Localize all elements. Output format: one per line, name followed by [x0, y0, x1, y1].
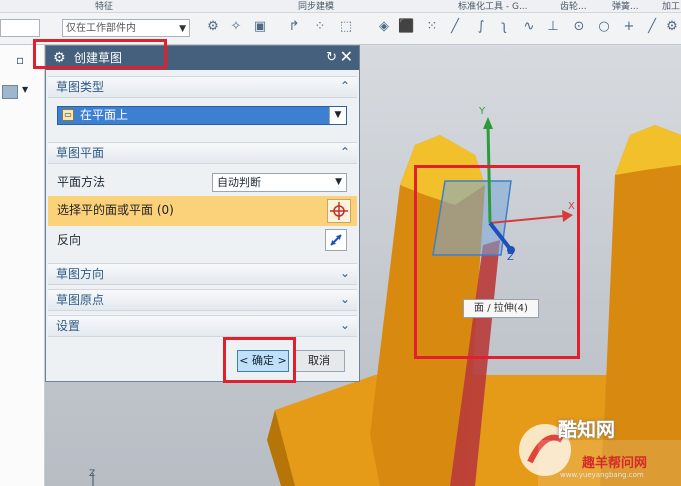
annotation-box-title — [33, 39, 167, 69]
section-sketch-origin-label: 草图原点 — [56, 293, 105, 307]
navigator-icon[interactable] — [2, 85, 18, 99]
move-icon[interactable]: ↱ — [286, 19, 302, 35]
select-mode-icon[interactable]: ▣ — [252, 19, 268, 35]
ribbon-group-std-tools[interactable]: 标准化工具 - G... — [458, 0, 528, 12]
plane-method-label: 平面方法 — [57, 175, 106, 189]
crosshair-icon — [330, 202, 348, 220]
circle-center-icon[interactable]: ⊙ — [571, 19, 587, 35]
type-filter-dropdown[interactable] — [0, 19, 40, 37]
ribbon-group-sync-modeling[interactable]: 同步建模 — [298, 0, 334, 12]
annotation-box-ok — [223, 337, 296, 383]
cube-icon[interactable]: ⬛ — [398, 19, 414, 35]
ribbon-group-machining[interactable]: 加工 — [662, 0, 680, 12]
chevron-down-icon: ▼ — [335, 177, 342, 187]
chevron-up-icon: ⌃ — [339, 79, 350, 93]
ribbon-group-gear[interactable]: 齿轮... — [560, 0, 587, 12]
ribbon-group-bar: 特征 同步建模 标准化工具 - G... 齿轮... 弹簧... 加工 — [0, 0, 681, 13]
chevron-down-icon[interactable]: ▼ — [329, 107, 346, 124]
circle-icon[interactable]: ○ — [596, 19, 612, 35]
chevron-down-icon: ⌄ — [339, 266, 350, 280]
section-sketch-orientation-label: 草图方向 — [56, 267, 105, 281]
section-sketch-plane[interactable]: 草图平面 ⌃ — [48, 142, 357, 164]
annotation-box-plane — [414, 165, 580, 359]
chevron-down-icon: ⌄ — [339, 292, 350, 306]
section-sketch-origin[interactable]: 草图原点 ⌄ — [48, 289, 357, 311]
line-icon[interactable]: ╱ — [447, 19, 463, 35]
section-settings-label: 设置 — [56, 319, 81, 333]
sketch-type-value: 在平面上 — [80, 108, 129, 122]
select-face-label: 选择平的面或平面 (0) — [57, 203, 174, 217]
reverse-direction-button[interactable] — [325, 229, 347, 251]
select-face-row[interactable]: 选择平的面或平面 (0) — [48, 196, 357, 226]
selection-scope-dropdown[interactable]: 仅在工作部件内 ▼ — [62, 19, 190, 37]
shading-icon[interactable]: ◈ — [376, 19, 392, 35]
reverse-arrow-icon — [330, 234, 342, 246]
section-settings[interactable]: 设置 ⌄ — [48, 315, 357, 337]
plane-method-dropdown[interactable]: 自动判断 ▼ — [212, 173, 347, 192]
wave-icon[interactable]: ∿ — [521, 19, 537, 35]
reset-icon[interactable]: ↻ — [326, 49, 337, 67]
sketch-type-dropdown[interactable]: ▭ 在平面上 ▼ — [57, 106, 347, 125]
chevron-down-icon: ▼ — [179, 24, 186, 34]
watermark-url: www.yueyangbang.com — [560, 471, 644, 479]
intersect-icon[interactable]: ⊥ — [545, 19, 561, 35]
section-sketch-orientation[interactable]: 草图方向 ⌄ — [48, 263, 357, 285]
grid-snap-icon[interactable]: ⁙ — [424, 19, 440, 35]
spline-icon[interactable]: ʅ — [496, 19, 512, 35]
section-sketch-plane-label: 草图平面 — [56, 146, 105, 160]
create-sketch-dialog: ⚙ 创建草图 ↻ ✕ 草图类型 ⌃ ▭ 在平面上 ▼ 草图平面 ⌃ 平面方法 自… — [45, 45, 360, 382]
filter-icon[interactable]: ✧ — [228, 19, 244, 35]
settings-icon[interactable]: ⚙ — [664, 19, 680, 35]
chevron-up-icon: ⌃ — [339, 145, 350, 159]
point-icon[interactable]: ⁘ — [312, 19, 328, 35]
plane-method-value: 自动判断 — [217, 176, 261, 189]
watermark-site: 趣羊帮问网 — [582, 456, 648, 471]
section-sketch-type-label: 草图类型 — [56, 80, 105, 94]
reverse-label: 反向 — [57, 233, 82, 247]
ribbon-group-features[interactable]: 特征 — [95, 0, 113, 12]
corner-triad-label: Z — [89, 469, 96, 479]
section-sketch-type[interactable]: 草图类型 ⌃ — [48, 76, 357, 98]
watermark-name: 酷知网 — [558, 419, 616, 441]
plane-sketch-icon: ▭ — [62, 109, 74, 121]
box-select-icon[interactable]: ⬚ — [338, 19, 354, 35]
y-axis-label: Y — [479, 106, 486, 117]
diagonal-line-icon[interactable]: ╱ — [644, 19, 660, 35]
resource-bar: ▫ ▼ — [0, 45, 45, 486]
close-icon[interactable]: ✕ — [340, 47, 353, 67]
select-face-button[interactable] — [327, 199, 351, 223]
snap-icon[interactable]: ⚙ — [205, 19, 221, 35]
chevron-down-icon: ⌄ — [339, 318, 350, 332]
cancel-button[interactable]: 取消 — [293, 350, 345, 372]
curve-icon[interactable]: ∫ — [473, 19, 489, 35]
y-axis-arrow — [483, 117, 493, 129]
ribbon-group-spring[interactable]: 弹簧... — [612, 0, 639, 12]
plus-icon[interactable]: + — [621, 19, 637, 35]
window-icon[interactable]: ▫ — [16, 53, 24, 67]
selection-scope-value: 仅在工作部件内 — [66, 23, 136, 34]
chevron-down-icon[interactable]: ▼ — [22, 85, 28, 94]
